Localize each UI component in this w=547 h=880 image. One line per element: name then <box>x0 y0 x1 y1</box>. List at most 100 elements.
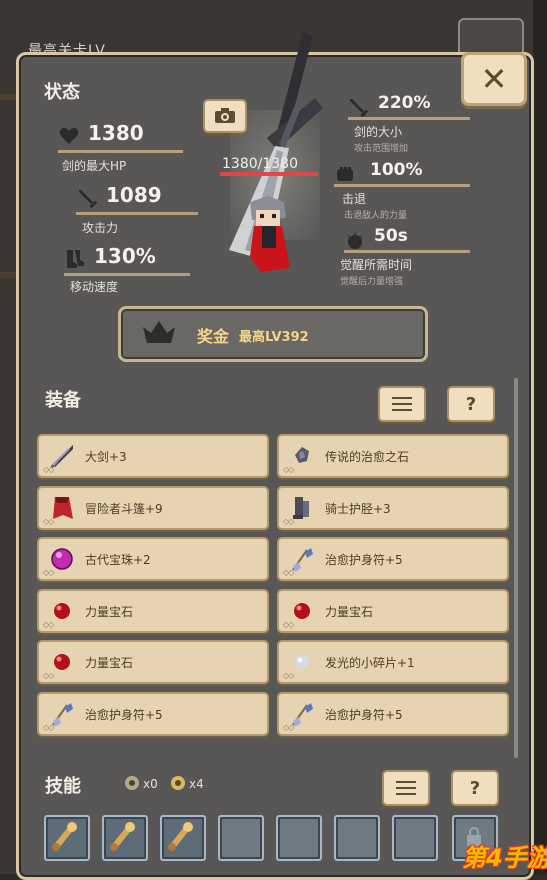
awaken-time-underline <box>344 250 470 253</box>
equipment-name: 力量宝石 <box>85 656 134 671</box>
equipment-item[interactable]: ◇◇ 骑士护胫+3 <box>277 485 509 530</box>
skill-scroll-icon <box>125 776 139 790</box>
equipment-title: 装备 <box>45 390 81 411</box>
hero-character <box>250 196 290 272</box>
knockback-sub: 击退敌人的力量 <box>344 211 408 221</box>
speed-value: 130% <box>94 244 156 268</box>
attack-value: 1089 <box>106 183 162 207</box>
watermark-logo: 第4手游 <box>462 844 547 872</box>
skill-count-b: x4 <box>189 777 204 791</box>
skill-slot[interactable] <box>160 815 206 861</box>
list-icon <box>396 781 416 795</box>
equipment-item[interactable]: ◇◇ 治愈护身符+5 <box>277 537 509 582</box>
equipment-item[interactable]: ◇◇ 大剑+3 <box>37 434 269 478</box>
boots-icon <box>67 250 84 268</box>
equipment-name: 力量宝石 <box>325 604 374 619</box>
rarity-icon: ◇◇ <box>283 568 294 578</box>
rarity-icon: ◇◇ <box>283 516 294 526</box>
sword-icon <box>79 190 98 209</box>
skill-scroll-icon <box>110 822 135 851</box>
equipment-item[interactable]: ◇◇ 治愈护身符+5 <box>37 692 269 736</box>
skills-help-button[interactable]: ? <box>451 770 499 806</box>
rarity-icon: ◇◇ <box>43 516 54 526</box>
rarity-icon: ◇◇ <box>283 671 294 681</box>
crown-icon <box>143 321 175 343</box>
skill-slot-empty[interactable] <box>334 815 380 861</box>
hp-underline <box>58 150 183 153</box>
rarity-icon: ◇◇ <box>43 619 54 629</box>
awaken-time-label: 觉醒所需时间 <box>340 258 413 272</box>
equipment-name: 治愈护身符+5 <box>325 708 403 722</box>
skill-slot[interactable] <box>102 815 148 861</box>
close-button[interactable]: ✕ <box>461 52 527 106</box>
equipment-help-button[interactable]: ? <box>447 386 495 422</box>
sword-size-value: 220% <box>378 93 431 113</box>
equipment-name: 治愈护身符+5 <box>85 708 163 722</box>
rarity-icon: ◇◇ <box>43 671 54 681</box>
skills-list-button[interactable] <box>382 770 430 806</box>
rarity-icon: ◇◇ <box>43 568 54 578</box>
equipment-name: 传说的治愈之石 <box>325 450 410 464</box>
bonus-button[interactable]: 奖金 最高LV392 <box>118 306 428 362</box>
rarity-icon: ◇◇ <box>283 723 294 732</box>
skill-slot-empty[interactable] <box>276 815 322 861</box>
skill-slot-empty[interactable] <box>392 815 438 861</box>
attack-label: 攻击力 <box>82 221 119 235</box>
equipment-item[interactable]: ◇◇ 力量宝石 <box>277 588 509 633</box>
help-icon: ? <box>469 777 481 799</box>
equipment-item[interactable]: ◇◇ 冒险者斗篷+9 <box>37 485 269 530</box>
bonus-label: 奖金 <box>197 327 230 346</box>
fist-icon <box>337 167 353 181</box>
sword-size-underline <box>348 117 470 120</box>
rarity-icon: ◇◇ <box>283 619 294 629</box>
awaken-time-value: 50s <box>374 226 408 246</box>
equipment-name: 治愈护身符+5 <box>325 553 403 568</box>
sword-size-sub: 攻击范围增加 <box>354 144 409 154</box>
rarity-icon: ◇◇ <box>43 723 54 732</box>
knockback-underline <box>334 184 470 187</box>
equipment-item[interactable]: ◇◇ 治愈护身符+5 <box>277 692 509 736</box>
equipment-name: 力量宝石 <box>85 604 134 619</box>
equipment-name: 发光的小碎片+1 <box>325 656 415 671</box>
skill-slot[interactable] <box>44 815 90 861</box>
speed-underline <box>64 273 190 276</box>
awaken-icon <box>347 231 363 249</box>
equipment-name: 冒险者斗篷+9 <box>85 501 163 516</box>
list-icon <box>392 397 412 411</box>
skill-gold-scroll-icon <box>171 776 185 790</box>
equipment-item[interactable]: ◇◇ 古代宝珠+2 <box>37 537 269 582</box>
hp-label: 剑的最大HP <box>62 159 127 173</box>
sword-hp-bar <box>220 172 318 176</box>
rarity-icon: ◇◇ <box>283 465 294 474</box>
skill-count-a: x0 <box>143 777 158 791</box>
status-title: 状态 <box>44 82 80 103</box>
equipment-item[interactable]: ◇◇ 力量宝石 <box>37 640 269 685</box>
knockback-value: 100% <box>370 160 423 180</box>
sword-icon <box>350 99 369 118</box>
knockback-label: 击退 <box>342 192 367 206</box>
sword-hp-text: 1380/1380 <box>222 156 298 172</box>
equipment-item[interactable]: ◇◇ 力量宝石 <box>37 588 269 633</box>
equipment-item[interactable]: ◇◇ 传说的治愈之石 <box>277 434 509 478</box>
equipment-name: 大剑+3 <box>85 450 127 464</box>
equipment-name: 骑士护胫+3 <box>325 501 391 516</box>
sword-size-label: 剑的大小 <box>354 125 403 139</box>
help-icon: ? <box>465 393 477 415</box>
awaken-time-sub: 觉醒后力量增强 <box>340 277 404 287</box>
equipment-item[interactable]: ◇◇ 发光的小碎片+1 <box>277 640 509 685</box>
speed-label: 移动速度 <box>70 280 119 294</box>
rarity-icon: ◇◇ <box>43 465 54 474</box>
equipment-name: 古代宝珠+2 <box>85 553 151 568</box>
scrollbar[interactable] <box>514 378 518 758</box>
hp-value: 1380 <box>88 121 144 145</box>
skill-slot-empty[interactable] <box>218 815 264 861</box>
bonus-level: 最高LV392 <box>239 330 309 345</box>
equipment-list-button[interactable] <box>378 386 426 422</box>
attack-underline <box>76 212 198 215</box>
skills-title: 技能 <box>45 776 81 797</box>
close-icon: ✕ <box>480 60 508 98</box>
background-edge <box>533 0 547 874</box>
heart-icon <box>59 127 79 144</box>
skill-scroll-icon <box>168 822 193 851</box>
skill-scroll-icon <box>52 822 77 851</box>
